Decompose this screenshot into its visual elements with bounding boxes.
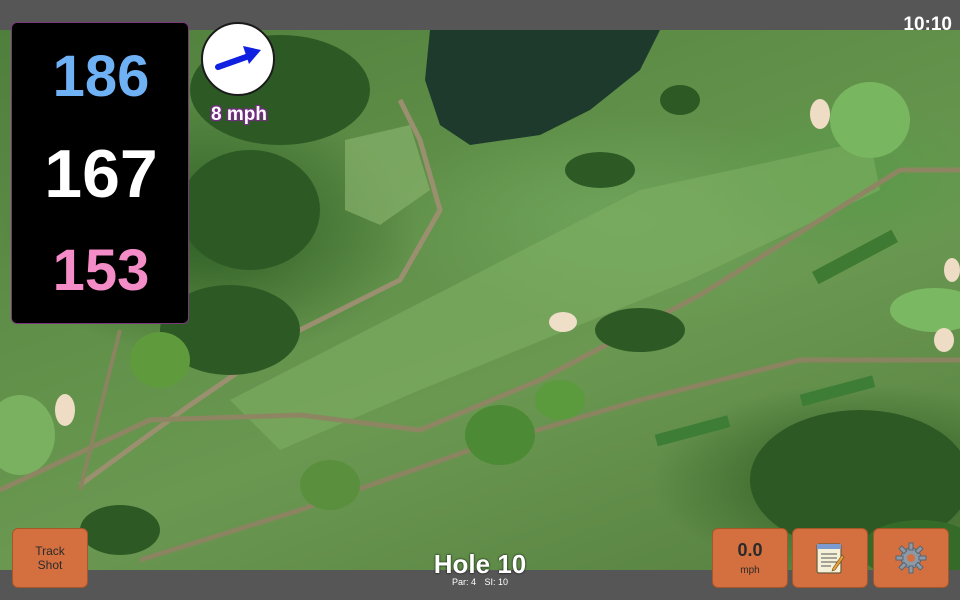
distance-panel: 186 167 153 bbox=[11, 22, 189, 324]
bunker bbox=[55, 394, 75, 426]
notepad-icon bbox=[816, 543, 845, 574]
wind-speed-label: 8 mph bbox=[211, 104, 267, 125]
middle-distance: 167 bbox=[44, 136, 158, 212]
bunker bbox=[944, 258, 960, 282]
green-right bbox=[890, 288, 960, 332]
wind-speed-unit: mph bbox=[740, 565, 760, 576]
green-left bbox=[0, 395, 55, 475]
hole-par: Par: 4 bbox=[451, 577, 476, 587]
settings-button[interactable] bbox=[873, 528, 949, 588]
track-shot-label-line2: Shot bbox=[37, 558, 63, 572]
hole-meta: Par: 4 SI: 10 bbox=[380, 577, 580, 587]
bunker bbox=[810, 99, 830, 129]
hole-stroke-index: SI: 10 bbox=[484, 577, 509, 587]
wind-direction-indicator bbox=[201, 22, 275, 96]
front-distance: 153 bbox=[52, 238, 150, 303]
track-shot-button[interactable]: Track Shot bbox=[12, 528, 88, 588]
bunker bbox=[549, 312, 577, 332]
notes-button[interactable] bbox=[792, 528, 868, 588]
green-top bbox=[830, 82, 910, 158]
bunker bbox=[934, 328, 954, 352]
wind-speed-button[interactable]: 0.0 mph bbox=[712, 528, 788, 588]
arrow-up-right-icon bbox=[215, 46, 261, 70]
pond bbox=[425, 30, 660, 145]
hole-title: Hole 10 bbox=[433, 549, 527, 579]
wind-speed-value: 0.0 bbox=[737, 540, 763, 560]
back-distance: 186 bbox=[52, 44, 150, 109]
gear-icon bbox=[895, 542, 927, 574]
clock: 10:10 bbox=[903, 14, 952, 35]
track-shot-label-line1: Track bbox=[35, 544, 65, 558]
